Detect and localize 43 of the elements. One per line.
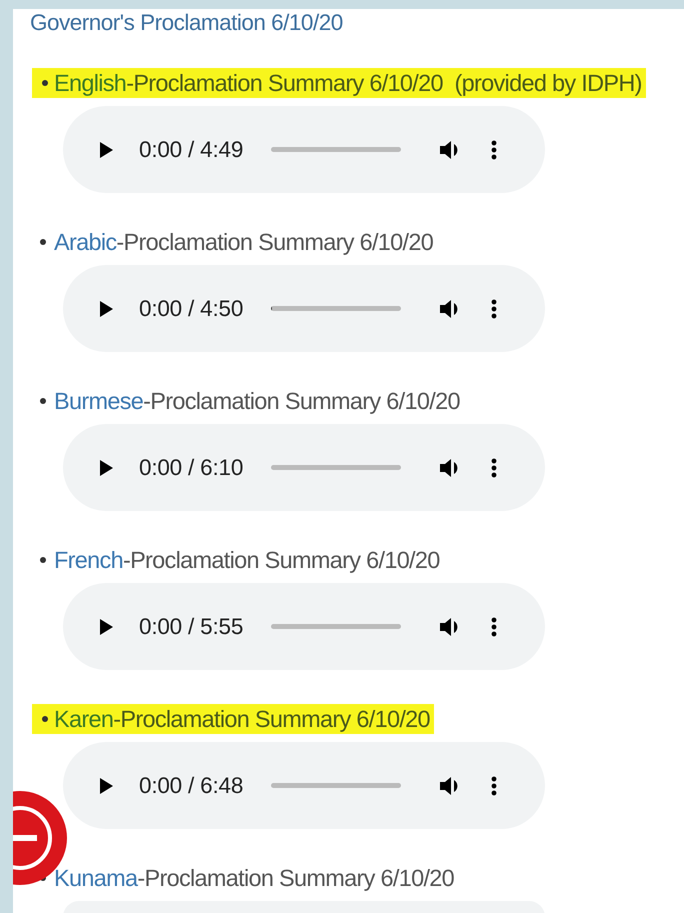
item-title: Kunama-Proclamation Summary 6/10/20 <box>54 864 454 893</box>
play-icon[interactable] <box>98 618 114 636</box>
item-title: Karen-Proclamation Summary 6/10/20 <box>54 705 430 734</box>
language-link[interactable]: Arabic <box>54 229 116 255</box>
bullet-icon <box>40 398 46 404</box>
more-options-icon[interactable] <box>491 776 497 796</box>
language-link[interactable]: French <box>54 547 123 573</box>
item-title: Arabic-Proclamation Summary 6/10/20 <box>54 228 434 257</box>
more-options-icon[interactable] <box>491 140 497 160</box>
more-options-icon[interactable] <box>491 616 497 636</box>
page-heading: Governor's Proclamation 6/10/20 <box>30 9 344 37</box>
language-link[interactable]: Burmese <box>54 388 144 414</box>
more-options-icon[interactable] <box>491 458 497 478</box>
play-icon[interactable] <box>98 776 114 794</box>
more-options-icon[interactable] <box>491 298 497 318</box>
time-display: 0:00 / 4:49 <box>139 136 244 162</box>
language-link[interactable]: English <box>54 70 126 96</box>
language-link[interactable]: Kunama <box>54 865 138 891</box>
bullet-icon <box>40 239 46 245</box>
audio-player[interactable]: 0:00 / 4:50 <box>63 265 545 352</box>
play-icon[interactable] <box>98 458 114 476</box>
audio-player[interactable]: 0:00 / 5:55 <box>63 583 545 670</box>
play-icon[interactable] <box>98 140 114 158</box>
progress-track[interactable] <box>271 465 401 470</box>
item-title: English-Proclamation Summary 6/10/20 (provided by IDPH) <box>54 69 642 98</box>
progress-track[interactable] <box>271 624 401 629</box>
bullet-icon <box>42 716 48 722</box>
progress-track[interactable] <box>271 306 401 311</box>
item-title: French-Proclamation Summary 6/10/20 <box>54 546 440 575</box>
time-display: 0:00 / 6:48 <box>139 772 244 798</box>
audio-player[interactable]: 0:00 / 6:48 <box>63 742 545 829</box>
audio-player[interactable]: 0:00 / 6:10 <box>63 424 545 511</box>
time-display: 0:00 / 5:55 <box>139 614 244 640</box>
progress-track[interactable] <box>271 783 401 788</box>
time-display: 0:00 / 4:50 <box>139 296 244 322</box>
language-link[interactable]: Karen <box>54 706 114 732</box>
item-title: Burmese-Proclamation Summary 6/10/20 <box>54 387 460 416</box>
time-display: 0:00 / 6:10 <box>139 454 244 480</box>
bullet-icon <box>42 80 48 86</box>
progress-track[interactable] <box>271 147 401 152</box>
bullet-icon <box>40 557 46 563</box>
audio-player[interactable]: 0:00 / 4:49 <box>63 106 545 193</box>
play-icon[interactable] <box>98 300 114 318</box>
